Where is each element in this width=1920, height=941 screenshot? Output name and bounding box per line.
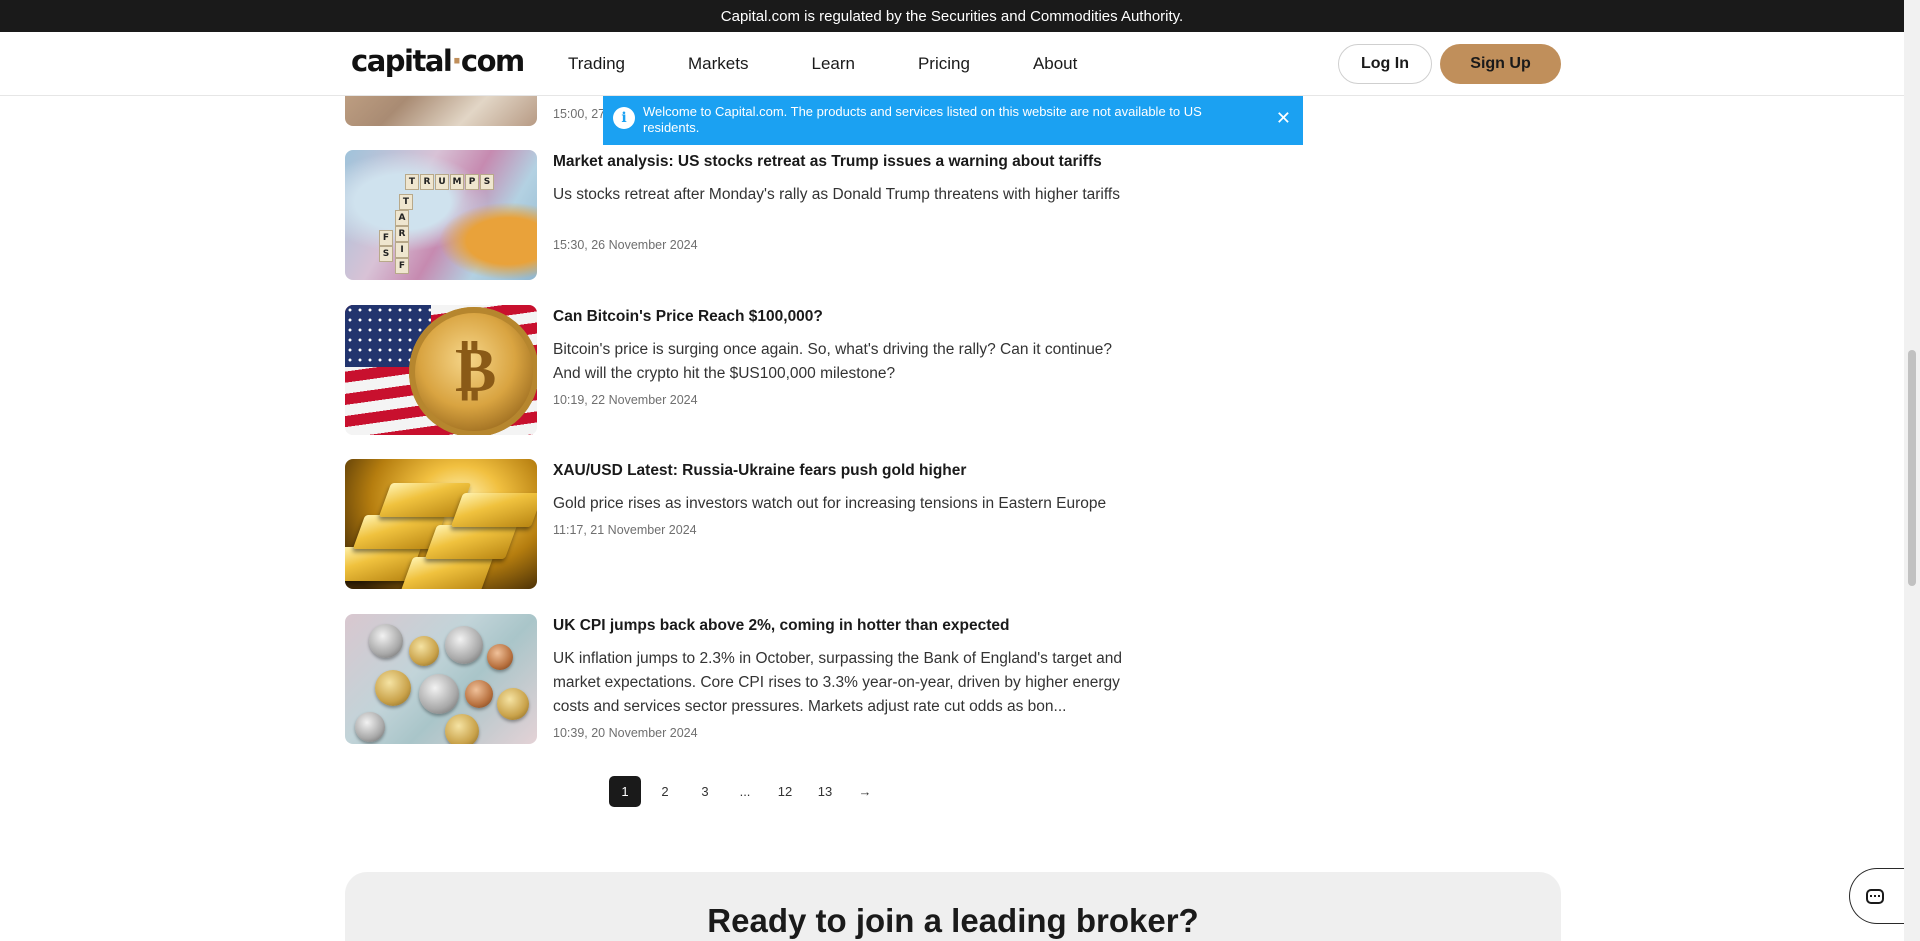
article-item[interactable]: T R U M P S T A R I F F S Market analysi… bbox=[345, 150, 1145, 280]
article-title[interactable]: UK CPI jumps back above 2%, coming in ho… bbox=[553, 617, 1010, 635]
page-ellipsis: ... bbox=[739, 784, 751, 799]
coin bbox=[445, 714, 479, 744]
page-2[interactable]: 2 bbox=[649, 776, 681, 807]
pagination: 1 2 3 ... 12 13 → bbox=[609, 776, 889, 807]
scrollbar-thumb[interactable] bbox=[1908, 350, 1916, 586]
letter-tile: R bbox=[395, 226, 409, 242]
us-residents-notification: i Welcome to Capital.com. The products a… bbox=[603, 96, 1303, 145]
page-1[interactable]: 1 bbox=[609, 776, 641, 807]
coin bbox=[409, 636, 439, 666]
letter-tile: P bbox=[465, 174, 479, 190]
article-summary: Gold price rises as investors watch out … bbox=[553, 495, 1107, 512]
info-icon: i bbox=[613, 107, 635, 129]
page-scrollbar[interactable] bbox=[1904, 0, 1920, 941]
article-date: 11:17, 21 November 2024 bbox=[553, 523, 697, 537]
logo-suffix: com bbox=[460, 44, 525, 78]
article-title[interactable]: XAU/USD Latest: Russia-Ukraine fears pus… bbox=[553, 462, 966, 480]
nav-pricing[interactable]: Pricing bbox=[918, 54, 970, 74]
nav-markets[interactable]: Markets bbox=[688, 54, 748, 74]
article-summary: Us stocks retreat after Monday's rally a… bbox=[553, 186, 1120, 203]
cta-title: Ready to join a leading broker? bbox=[707, 902, 1199, 939]
login-button[interactable]: Log In bbox=[1338, 44, 1432, 84]
cta-section: Ready to join a leading broker? bbox=[345, 872, 1561, 941]
bitcoin-flag-image[interactable]: ₿ bbox=[345, 305, 537, 435]
coin bbox=[419, 674, 459, 714]
gold-bars-image[interactable] bbox=[345, 459, 537, 589]
page-3[interactable]: 3 bbox=[689, 776, 721, 807]
coin bbox=[445, 626, 483, 664]
gold-bar bbox=[400, 557, 494, 589]
logo-word: capital bbox=[351, 44, 453, 78]
coin bbox=[375, 670, 411, 706]
regulation-text: Capital.com is regulated by the Securiti… bbox=[720, 7, 1184, 25]
gold-bar bbox=[450, 493, 537, 527]
article-title[interactable]: Market analysis: US stocks retreat as Tr… bbox=[553, 153, 1102, 171]
coin bbox=[465, 680, 493, 708]
signup-button[interactable]: Sign Up bbox=[1440, 44, 1561, 84]
site-header: capital·com Trading Markets Learn Pricin… bbox=[0, 32, 1904, 96]
letter-tile: S bbox=[480, 174, 494, 190]
bitcoin-symbol: ₿ bbox=[455, 333, 497, 406]
letter-tile: S bbox=[379, 246, 393, 262]
article-summary: UK inflation jumps to 2.3% in October, s… bbox=[553, 650, 1123, 715]
tariffs-map-image[interactable]: T R U M P S T A R I F F S bbox=[345, 150, 537, 280]
chat-button[interactable] bbox=[1849, 868, 1911, 924]
coin bbox=[355, 712, 385, 742]
nav-learn[interactable]: Learn bbox=[811, 54, 854, 74]
letter-tile: R bbox=[420, 174, 434, 190]
main-nav: Trading Markets Learn Pricing About bbox=[568, 32, 1140, 96]
regulation-bar: Capital.com is regulated by the Securiti… bbox=[0, 0, 1904, 32]
coin bbox=[369, 624, 403, 658]
letter-tile: T bbox=[405, 174, 419, 190]
nav-trading[interactable]: Trading bbox=[568, 54, 625, 74]
letter-tile: F bbox=[395, 258, 409, 274]
article-date: 15:30, 26 November 2024 bbox=[553, 238, 698, 252]
gold-bar bbox=[424, 525, 518, 559]
article-item[interactable]: UK CPI jumps back above 2%, coming in ho… bbox=[345, 614, 1145, 744]
chat-icon bbox=[1866, 888, 1884, 904]
uk-coins-image[interactable] bbox=[345, 614, 537, 744]
logo-dot: · bbox=[451, 44, 462, 78]
letter-tile: M bbox=[450, 174, 464, 190]
article-title[interactable]: Can Bitcoin's Price Reach $100,000? bbox=[553, 308, 823, 326]
page-12[interactable]: 12 bbox=[769, 776, 801, 807]
article-item[interactable]: XAU/USD Latest: Russia-Ukraine fears pus… bbox=[345, 459, 1145, 589]
letter-tile: I bbox=[395, 242, 409, 258]
notification-text: Welcome to Capital.com. The products and… bbox=[643, 104, 1202, 135]
page-13[interactable]: 13 bbox=[809, 776, 841, 807]
letter-tile: F bbox=[379, 230, 393, 246]
nav-about[interactable]: About bbox=[1033, 54, 1077, 74]
coin bbox=[497, 688, 529, 720]
logo[interactable]: capital·com bbox=[351, 44, 525, 78]
article-date: 15:00, 27 bbox=[553, 107, 606, 121]
article-item[interactable]: ₿ Can Bitcoin's Price Reach $100,000? Bi… bbox=[345, 305, 1145, 435]
article-date: 10:19, 22 November 2024 bbox=[553, 393, 698, 407]
letter-tile: A bbox=[395, 210, 409, 226]
letter-tile: U bbox=[435, 174, 449, 190]
close-icon[interactable]: ✕ bbox=[1276, 108, 1291, 128]
article-date: 10:39, 20 November 2024 bbox=[553, 726, 698, 740]
letter-tile: T bbox=[399, 194, 413, 210]
coin bbox=[487, 644, 513, 670]
bitcoin-coin: ₿ bbox=[409, 307, 537, 435]
article-summary: Bitcoin's price is surging once again. S… bbox=[553, 341, 1113, 382]
next-page-arrow-icon[interactable]: → bbox=[849, 776, 881, 807]
